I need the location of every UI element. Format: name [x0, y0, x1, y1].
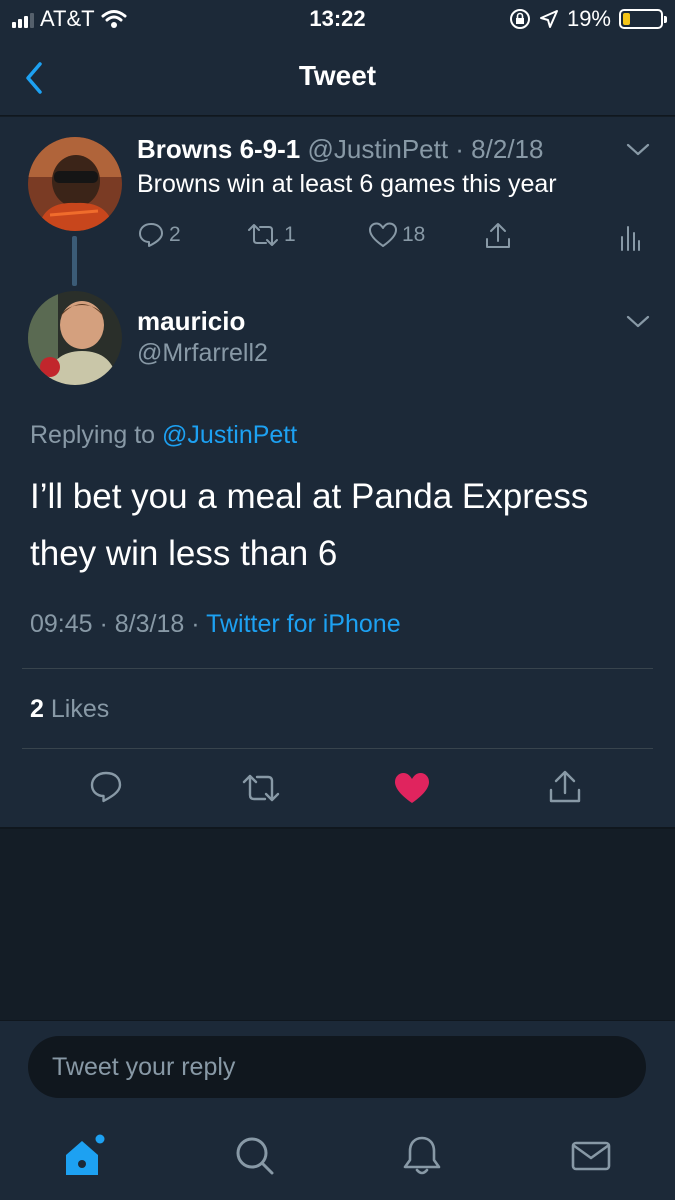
reply-tweet-text: I’ll bet you a meal at Panda Express the…: [30, 477, 589, 573]
share-button[interactable]: [546, 768, 584, 806]
parent-retweet-action[interactable]: 1: [246, 221, 296, 249]
retweet-icon: [248, 224, 278, 246]
search-icon[interactable]: [232, 1133, 278, 1179]
tweet-metadata: 09:45 · 8/3/18 · Twitter for iPhone: [30, 610, 401, 639]
reply-more-chevron-icon[interactable]: [624, 312, 652, 332]
separator-dot: ·: [92, 610, 115, 638]
parent-analytics-icon[interactable]: [619, 223, 641, 251]
parent-author-handle[interactable]: @JustinPett: [308, 134, 449, 164]
like-button-filled[interactable]: [393, 771, 431, 805]
heart-outline-icon: [369, 222, 397, 247]
notifications-icon[interactable]: [399, 1133, 445, 1179]
tweet-detail-screen: AT&T 13:22 19% Tweet Browns 6-9-1 @Justi…: [0, 0, 675, 1200]
replying-to-link[interactable]: @JustinPett: [162, 421, 297, 449]
tweet-reply-input[interactable]: Tweet your reply: [28, 1036, 646, 1098]
reply-icon: [139, 223, 163, 247]
reply-placeholder: Tweet your reply: [52, 1053, 236, 1081]
divider: [22, 668, 653, 669]
parent-author-name[interactable]: Browns 6-9-1: [137, 134, 300, 164]
parent-like-count: 18: [402, 223, 426, 246]
tweet-source-link[interactable]: Twitter for iPhone: [206, 610, 401, 638]
separator-dot: ·: [448, 134, 472, 164]
home-icon[interactable]: [62, 1133, 108, 1179]
replying-to-line: Replying to @JustinPett: [30, 421, 297, 450]
replying-to-prefix: Replying to: [30, 421, 156, 449]
separator-dot: ·: [184, 610, 207, 638]
likes-summary[interactable]: 2 Likes: [30, 695, 109, 724]
likes-count: 2: [30, 695, 44, 723]
parent-retweet-count: 1: [284, 223, 296, 246]
tweet-date: 8/3/18: [114, 610, 185, 638]
reply-author-avatar[interactable]: [28, 291, 122, 385]
location-icon: [539, 10, 558, 28]
parent-like-action[interactable]: 18: [368, 221, 425, 249]
reply-author-handle[interactable]: @Mrfarrell2: [137, 339, 268, 368]
parent-tweet-text: Browns win at least 6 games this year: [137, 170, 557, 198]
parent-reply-count: 2: [169, 223, 181, 246]
divider: [22, 748, 653, 749]
battery-fill: [623, 13, 630, 25]
parent-avatar[interactable]: [28, 137, 122, 231]
likes-label: Likes: [50, 695, 110, 723]
thread-connector: [72, 236, 77, 286]
parent-more-chevron-icon[interactable]: [624, 140, 652, 160]
reply-author-name[interactable]: mauricio: [137, 306, 245, 337]
orientation-lock-icon: [509, 9, 530, 29]
battery-icon: [619, 9, 667, 29]
parent-share-icon[interactable]: [483, 221, 513, 251]
status-bar: AT&T 13:22 19%: [0, 0, 675, 40]
page-title: Tweet: [298, 60, 377, 91]
divider: [0, 827, 675, 829]
parent-reply-action[interactable]: 2: [137, 221, 181, 249]
nav-bar: Tweet: [0, 40, 675, 116]
parent-tweet-date: 8/2/18: [471, 134, 544, 164]
retweet-button[interactable]: [240, 771, 282, 805]
reply-button[interactable]: [88, 769, 124, 805]
messages-icon[interactable]: [568, 1133, 614, 1179]
battery-percent: 19%: [566, 6, 611, 31]
parent-tweet-header: Browns 6-9-1 @JustinPett · 8/2/18: [137, 134, 543, 165]
tweet-time: 09:45: [30, 610, 93, 638]
status-right: 19%: [509, 6, 667, 32]
